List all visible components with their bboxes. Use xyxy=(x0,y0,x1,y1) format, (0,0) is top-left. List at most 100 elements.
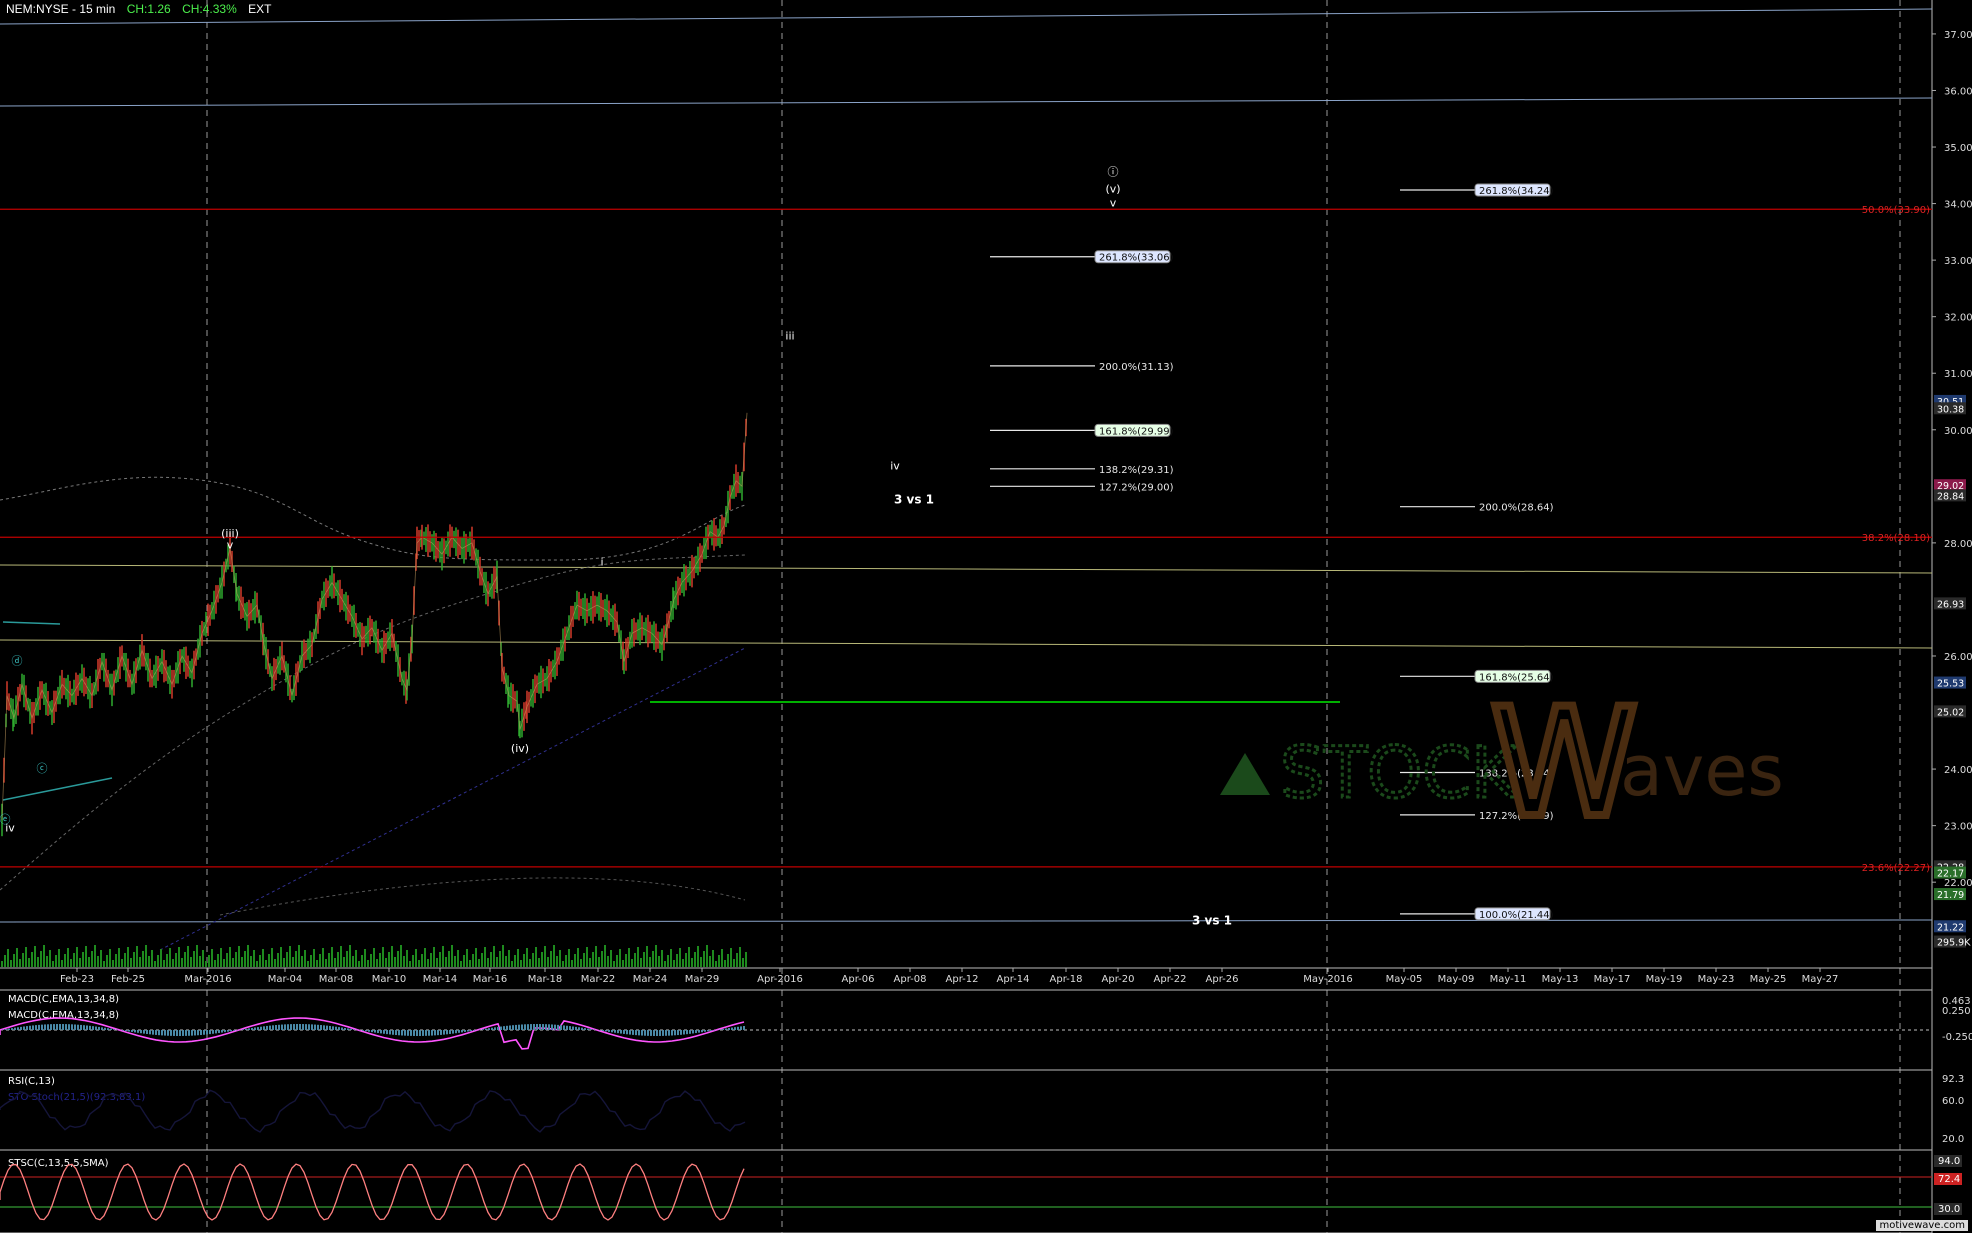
time-axis: Feb-23 Feb-25 Mar-2016 Mar-04 Mar-08 Mar-10 Ma… xyxy=(60,968,1838,985)
wave-label: i xyxy=(600,555,603,568)
price-tag: 25.53 xyxy=(1937,679,1964,690)
time-tick-label: May-13 xyxy=(1542,974,1579,985)
price-tick-label: 30.00 xyxy=(1944,426,1972,437)
time-tick-label: Apr-18 xyxy=(1050,974,1083,985)
channel-line-a xyxy=(2,621,61,625)
price-tick-label: 31.00 xyxy=(1944,369,1972,380)
fib-label: 38.2%(28.10) xyxy=(1862,533,1930,544)
watermark-triangle-icon xyxy=(1220,753,1270,795)
price-tag: 22.17 xyxy=(1937,869,1964,880)
guide-line-blue-top xyxy=(0,8,1933,25)
time-tick-label: Mar-04 xyxy=(268,974,303,985)
ma-long xyxy=(0,554,746,891)
macd-tick-label: 0.250 xyxy=(1942,1006,1971,1017)
projection-label: 261.8%(34.24) xyxy=(1479,186,1554,197)
time-tick-label: Mar-16 xyxy=(473,974,508,985)
price-series xyxy=(1,412,748,837)
price-tag: 25.02 xyxy=(1937,707,1964,718)
stoch-line xyxy=(0,1163,745,1221)
time-tick-label: Mar-08 xyxy=(319,974,354,985)
stockwaves-watermark: STOCK W aves xyxy=(1220,675,1784,845)
time-tick-label: Mar-2016 xyxy=(184,974,231,985)
price-tick-label: 35.00 xyxy=(1944,143,1972,154)
chart-canvas[interactable]: 50.0%(33.90) 38.2%(28.10) 23.6%(22.27) 261… xyxy=(0,0,1972,1233)
price-tick-label: 28.00 xyxy=(1944,539,1972,550)
price-tick-label: 26.00 xyxy=(1944,652,1972,663)
fib-label: 23.6%(22.27) xyxy=(1862,863,1930,874)
wave-labels: (iii)v(iv)iiiiiv3 vs 13 vs 1ⓘ(v)vivⓓⓒⓔ xyxy=(0,165,1232,927)
wave-label: ⓔ xyxy=(0,813,11,826)
time-tick-label: Apr-22 xyxy=(1154,974,1187,985)
time-tick-label: May-19 xyxy=(1646,974,1683,985)
grid-layer xyxy=(0,0,1933,1233)
watermark-w-text: W xyxy=(1490,677,1638,845)
time-tick-label: Mar-29 xyxy=(685,974,720,985)
guide-line-yellow-upper xyxy=(0,564,1933,574)
wave-label: 3 vs 1 xyxy=(1192,914,1232,928)
price-tag: 295.9K xyxy=(1937,938,1971,949)
time-tick-label: Mar-14 xyxy=(423,974,458,985)
time-tick-label: Mar-18 xyxy=(528,974,563,985)
price-tag: 21.22 xyxy=(1937,922,1964,933)
macd-label: MACD(C,EMA,13,34,8) xyxy=(8,994,119,1005)
price-tick-label: 23.00 xyxy=(1944,822,1972,833)
time-tick-label: May-09 xyxy=(1438,974,1475,985)
time-tick-label: May-2016 xyxy=(1303,974,1353,985)
projection-label: 100.0%(21.44) xyxy=(1479,910,1554,921)
price-axis: 37.00 36.00 35.00 34.00 33.00 32.00 31.00 30.00… xyxy=(1932,30,1972,949)
price-tag: 28.84 xyxy=(1937,491,1964,502)
guide-line-yellow-lower xyxy=(0,639,1933,649)
watermark-aves-text: aves xyxy=(1620,730,1784,812)
projection-label: 127.2%(29.00) xyxy=(1099,482,1174,493)
price-tag: 30.38 xyxy=(1937,404,1964,415)
ma-bottom xyxy=(219,877,746,916)
time-tick-label: Apr-2016 xyxy=(757,974,803,985)
wave-label: v xyxy=(1110,196,1117,209)
price-tick-label: 22.00 xyxy=(1944,878,1972,889)
wave-label: iv xyxy=(890,459,900,472)
wave-label: ⓒ xyxy=(37,762,48,775)
stoch-label: STSC(C,13,5,5,SMA) xyxy=(8,1158,109,1169)
price-tick-label: 33.00 xyxy=(1944,256,1972,267)
projection-label: 200.0%(31.13) xyxy=(1099,362,1174,373)
wave-label: 3 vs 1 xyxy=(894,492,934,506)
wave-label: v xyxy=(227,539,234,552)
price-tick-label: 24.00 xyxy=(1944,765,1972,776)
time-tick-label: May-11 xyxy=(1490,974,1527,985)
wave-label: iii xyxy=(785,329,794,342)
price-tag: 21.79 xyxy=(1937,890,1964,901)
price-tick-label: 32.00 xyxy=(1944,313,1972,324)
time-tick-label: Apr-20 xyxy=(1102,974,1135,985)
stoch-tick-label: 72.4 xyxy=(1938,1174,1960,1185)
price-tick-label: 37.00 xyxy=(1944,30,1972,41)
wave-label: ⓓ xyxy=(12,654,23,667)
price-tick-label: 36.00 xyxy=(1944,86,1972,97)
time-tick-label: May-17 xyxy=(1594,974,1631,985)
price-tick-label: 34.00 xyxy=(1944,200,1972,211)
watermark-stock-text: STOCK xyxy=(1280,732,1519,814)
time-tick-label: Feb-23 xyxy=(60,974,94,985)
time-tick-label: Feb-25 xyxy=(111,974,145,985)
projection-label: 200.0%(28.64) xyxy=(1479,503,1554,514)
channel-line-b xyxy=(2,777,113,801)
time-tick-label: Apr-06 xyxy=(842,974,875,985)
trend-dotted xyxy=(159,647,746,951)
projection-label: 261.8%(33.06) xyxy=(1099,253,1174,264)
time-tick-label: Apr-08 xyxy=(894,974,927,985)
time-tick-label: Mar-10 xyxy=(372,974,407,985)
time-tick-label: Apr-14 xyxy=(997,974,1030,985)
projection-label: 138.2%(29.31) xyxy=(1099,465,1174,476)
fib-label: 50.0%(33.90) xyxy=(1862,205,1930,216)
wave-label: (v) xyxy=(1105,182,1120,195)
moving-averages xyxy=(0,476,746,951)
price-tag: 26.93 xyxy=(1937,599,1964,610)
time-tick-label: Apr-26 xyxy=(1206,974,1239,985)
credit-label: motivewave.com xyxy=(1876,1220,1968,1231)
time-tick-label: Mar-22 xyxy=(581,974,616,985)
time-tick-label: May-05 xyxy=(1386,974,1423,985)
time-tick-label: May-23 xyxy=(1698,974,1735,985)
stoch-tick-label: 94.0 xyxy=(1938,1156,1960,1167)
macd-tick-label: -0.250 xyxy=(1942,1032,1972,1043)
wave-label: ⓘ xyxy=(1108,165,1119,178)
guide-line-blue-upper xyxy=(0,97,1933,107)
